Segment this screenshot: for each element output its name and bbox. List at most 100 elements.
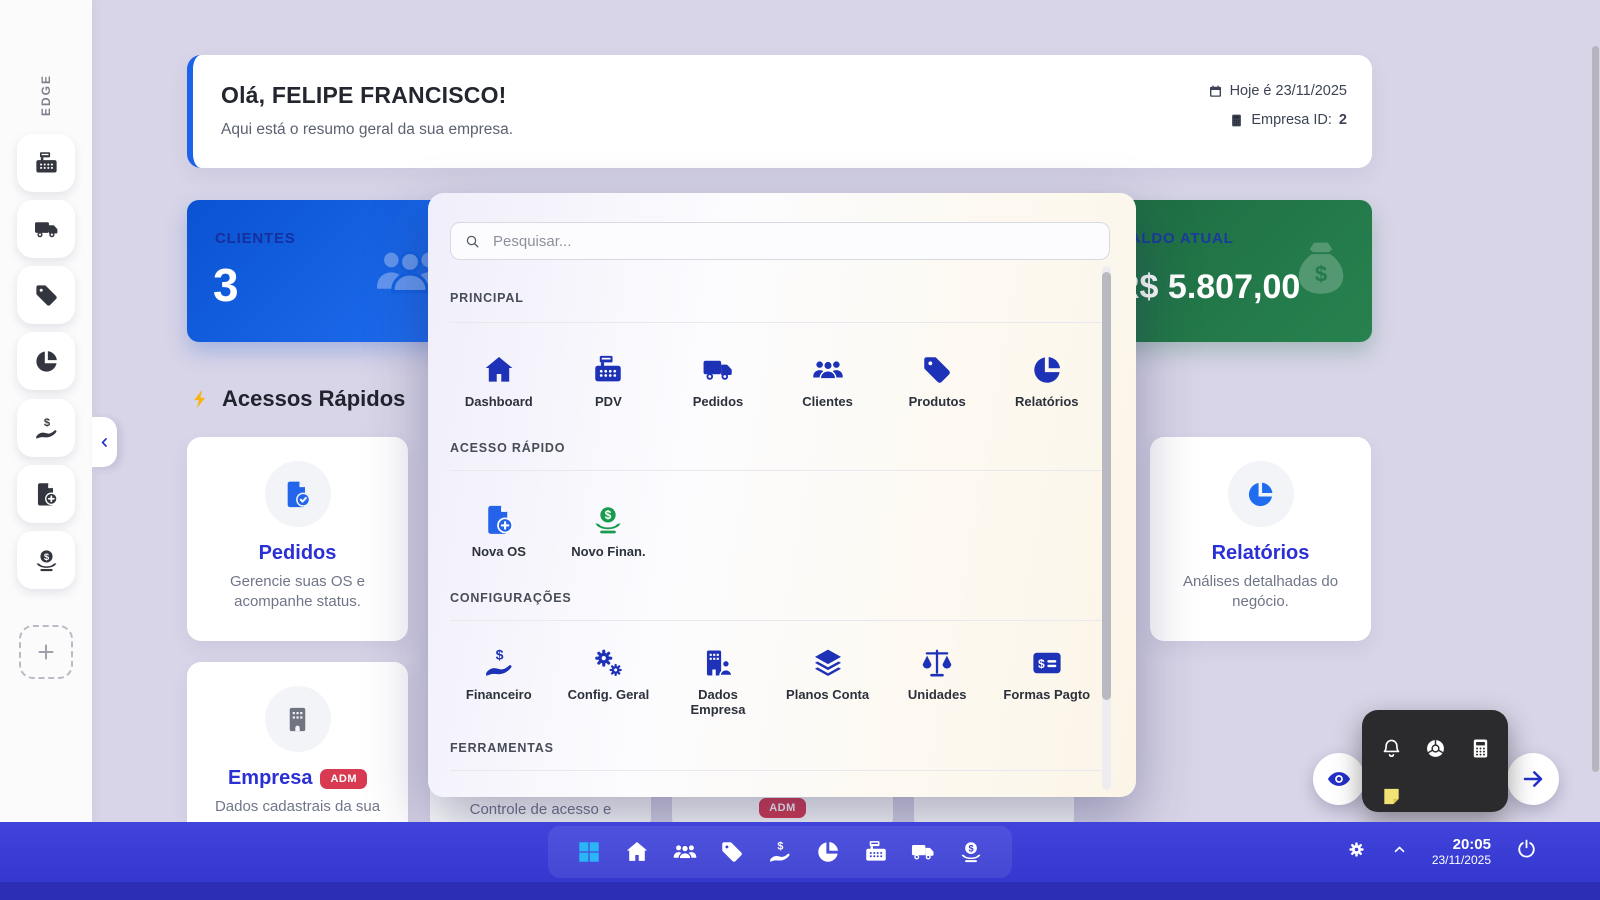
home-icon — [482, 353, 516, 387]
add-shortcut-button[interactable] — [19, 625, 73, 679]
pie-chart-icon — [1228, 461, 1294, 527]
truck-icon[interactable] — [910, 839, 936, 865]
taskbar: 20:05 23/11/2025 — [0, 822, 1600, 900]
building-icon — [1229, 113, 1244, 128]
quick-card-pedidos[interactable]: Pedidos Gerencie suas OS e acompanhe sta… — [187, 437, 408, 641]
money-deposit-icon[interactable] — [958, 839, 984, 865]
cash-register-icon — [591, 353, 625, 387]
card-description: Gerencie suas OS e acompanhe status. — [203, 572, 392, 613]
quick-access-heading: Acessos Rápidos — [190, 386, 405, 412]
welcome-card: Olá, FELIPE FRANCISCO! Aqui está o resum… — [187, 55, 1372, 168]
section-title-principal: PRINCIPAL — [450, 291, 524, 305]
taskbar-clock[interactable]: 20:05 23/11/2025 — [1432, 836, 1491, 867]
divider — [450, 620, 1106, 621]
card-title: Relatórios — [1212, 542, 1310, 565]
file-plus-icon — [33, 481, 60, 508]
section-title-configuracoes: CONFIGURAÇÕES — [450, 591, 572, 605]
sidebar-item-pdv[interactable] — [17, 134, 75, 192]
pie-chart-icon — [33, 348, 60, 375]
modal-item-produtos[interactable]: Produtos — [882, 353, 992, 410]
page-title: Olá, FELIPE FRANCISCO! — [221, 82, 507, 109]
modal-item-dados-empresa[interactable]: Dados Empresa — [663, 646, 773, 718]
calculator-icon[interactable] — [1468, 736, 1492, 760]
modal-item-dashboard[interactable]: Dashboard — [444, 353, 554, 410]
tag-icon — [33, 282, 60, 309]
card-description: Controle de acesso e — [446, 800, 635, 820]
settings-gear-icon[interactable] — [1346, 839, 1367, 865]
tray-expand-button[interactable] — [1507, 753, 1559, 805]
sidebar-item-nova-os[interactable] — [17, 465, 75, 523]
taskbar-dock — [548, 826, 1012, 878]
cash-register-icon[interactable] — [863, 839, 889, 865]
plus-icon — [34, 640, 58, 664]
item-label: Financeiro — [466, 688, 532, 703]
card-title: Empresa ADM — [228, 767, 367, 790]
search-icon — [464, 233, 481, 250]
truck-icon — [33, 216, 60, 243]
users-icon[interactable] — [672, 839, 698, 865]
sidebar-item-relatorios[interactable] — [17, 332, 75, 390]
sidebar-item-produtos[interactable] — [17, 266, 75, 324]
hand-dollar-icon[interactable] — [767, 839, 793, 865]
sidebar-item-pedidos[interactable] — [17, 200, 75, 258]
windows-icon[interactable] — [576, 839, 602, 865]
sidebar-item-novo-financeiro[interactable] — [17, 531, 75, 589]
modal-item-planos-conta[interactable]: Planos Conta — [773, 646, 883, 718]
modal-item-unidades[interactable]: Unidades — [882, 646, 992, 718]
money-deposit-icon — [33, 547, 60, 574]
modal-item-pdv[interactable]: PDV — [554, 353, 664, 410]
item-label: Pedidos — [693, 395, 744, 410]
modal-item-pedidos[interactable]: Pedidos — [663, 353, 773, 410]
modal-item-nova-os[interactable]: Nova OS — [444, 503, 554, 560]
desktop: EDGE Olá, FELIPE FRANCISCO! Aqui está o … — [0, 0, 1600, 900]
clock-time: 20:05 — [1432, 836, 1491, 853]
payment-card-icon — [1030, 646, 1064, 680]
sticky-note-icon[interactable] — [1379, 784, 1403, 808]
item-label: Produtos — [909, 395, 966, 410]
stat-value: R$ 5.807,00 — [1115, 268, 1300, 307]
divider — [450, 770, 1106, 771]
section-items-configuracoes: Financeiro Config. Geral Dados Empresa P… — [444, 646, 1102, 718]
modal-item-novo-financeiro[interactable]: Novo Finan. — [554, 503, 664, 560]
chevron-left-icon — [97, 435, 112, 450]
power-icon[interactable] — [1515, 838, 1538, 866]
sidebar-collapse-button[interactable] — [92, 417, 117, 467]
chevron-up-icon[interactable] — [1391, 841, 1408, 863]
modal-item-formas-pagto[interactable]: Formas Pagto — [992, 646, 1102, 718]
page-scrollbar-thumb[interactable] — [1592, 46, 1599, 772]
stat-card-clientes[interactable]: CLIENTES 3 — [187, 200, 468, 342]
modal-scrollbar-thumb[interactable] — [1102, 272, 1111, 700]
building-icon — [265, 686, 331, 752]
modal-item-relatorios[interactable]: Relatórios — [992, 353, 1102, 410]
home-icon[interactable] — [624, 839, 650, 865]
bell-icon[interactable] — [1379, 736, 1403, 760]
card-title: Pedidos — [259, 542, 337, 565]
cash-register-icon — [33, 150, 60, 177]
stat-label: SALDO ATUAL — [1119, 230, 1234, 247]
privacy-toggle-button[interactable] — [1313, 753, 1365, 805]
divider — [450, 470, 1106, 471]
card-description: Dados cadastrais da sua — [203, 797, 392, 817]
stat-value: 3 — [213, 258, 239, 312]
building-user-icon — [701, 646, 735, 680]
page-subtitle: Aqui está o resumo geral da sua empresa. — [221, 121, 513, 139]
gears-icon — [591, 646, 625, 680]
item-label: Dashboard — [465, 395, 533, 410]
quick-card-relatorios[interactable]: Relatórios Análises detalhadas do negóci… — [1150, 437, 1371, 641]
pie-chart-icon — [1030, 353, 1064, 387]
adm-badge: ADM — [759, 798, 806, 818]
modal-item-financeiro[interactable]: Financeiro — [444, 646, 554, 718]
pie-chart-icon[interactable] — [815, 839, 841, 865]
search-box[interactable] — [450, 222, 1110, 260]
hand-dollar-icon — [33, 415, 60, 442]
item-label: Dados Empresa — [687, 688, 749, 718]
section-title-acesso-rapido: ACESSO RÁPIDO — [450, 441, 565, 455]
sidebar-item-financeiro[interactable] — [17, 399, 75, 457]
modal-item-clientes[interactable]: Clientes — [773, 353, 883, 410]
layers-icon — [811, 646, 845, 680]
search-input[interactable] — [491, 232, 1096, 251]
chrome-icon[interactable] — [1423, 736, 1447, 760]
modal-item-config-geral[interactable]: Config. Geral — [554, 646, 664, 718]
item-label: Nova OS — [472, 545, 526, 560]
tag-icon[interactable] — [719, 839, 745, 865]
